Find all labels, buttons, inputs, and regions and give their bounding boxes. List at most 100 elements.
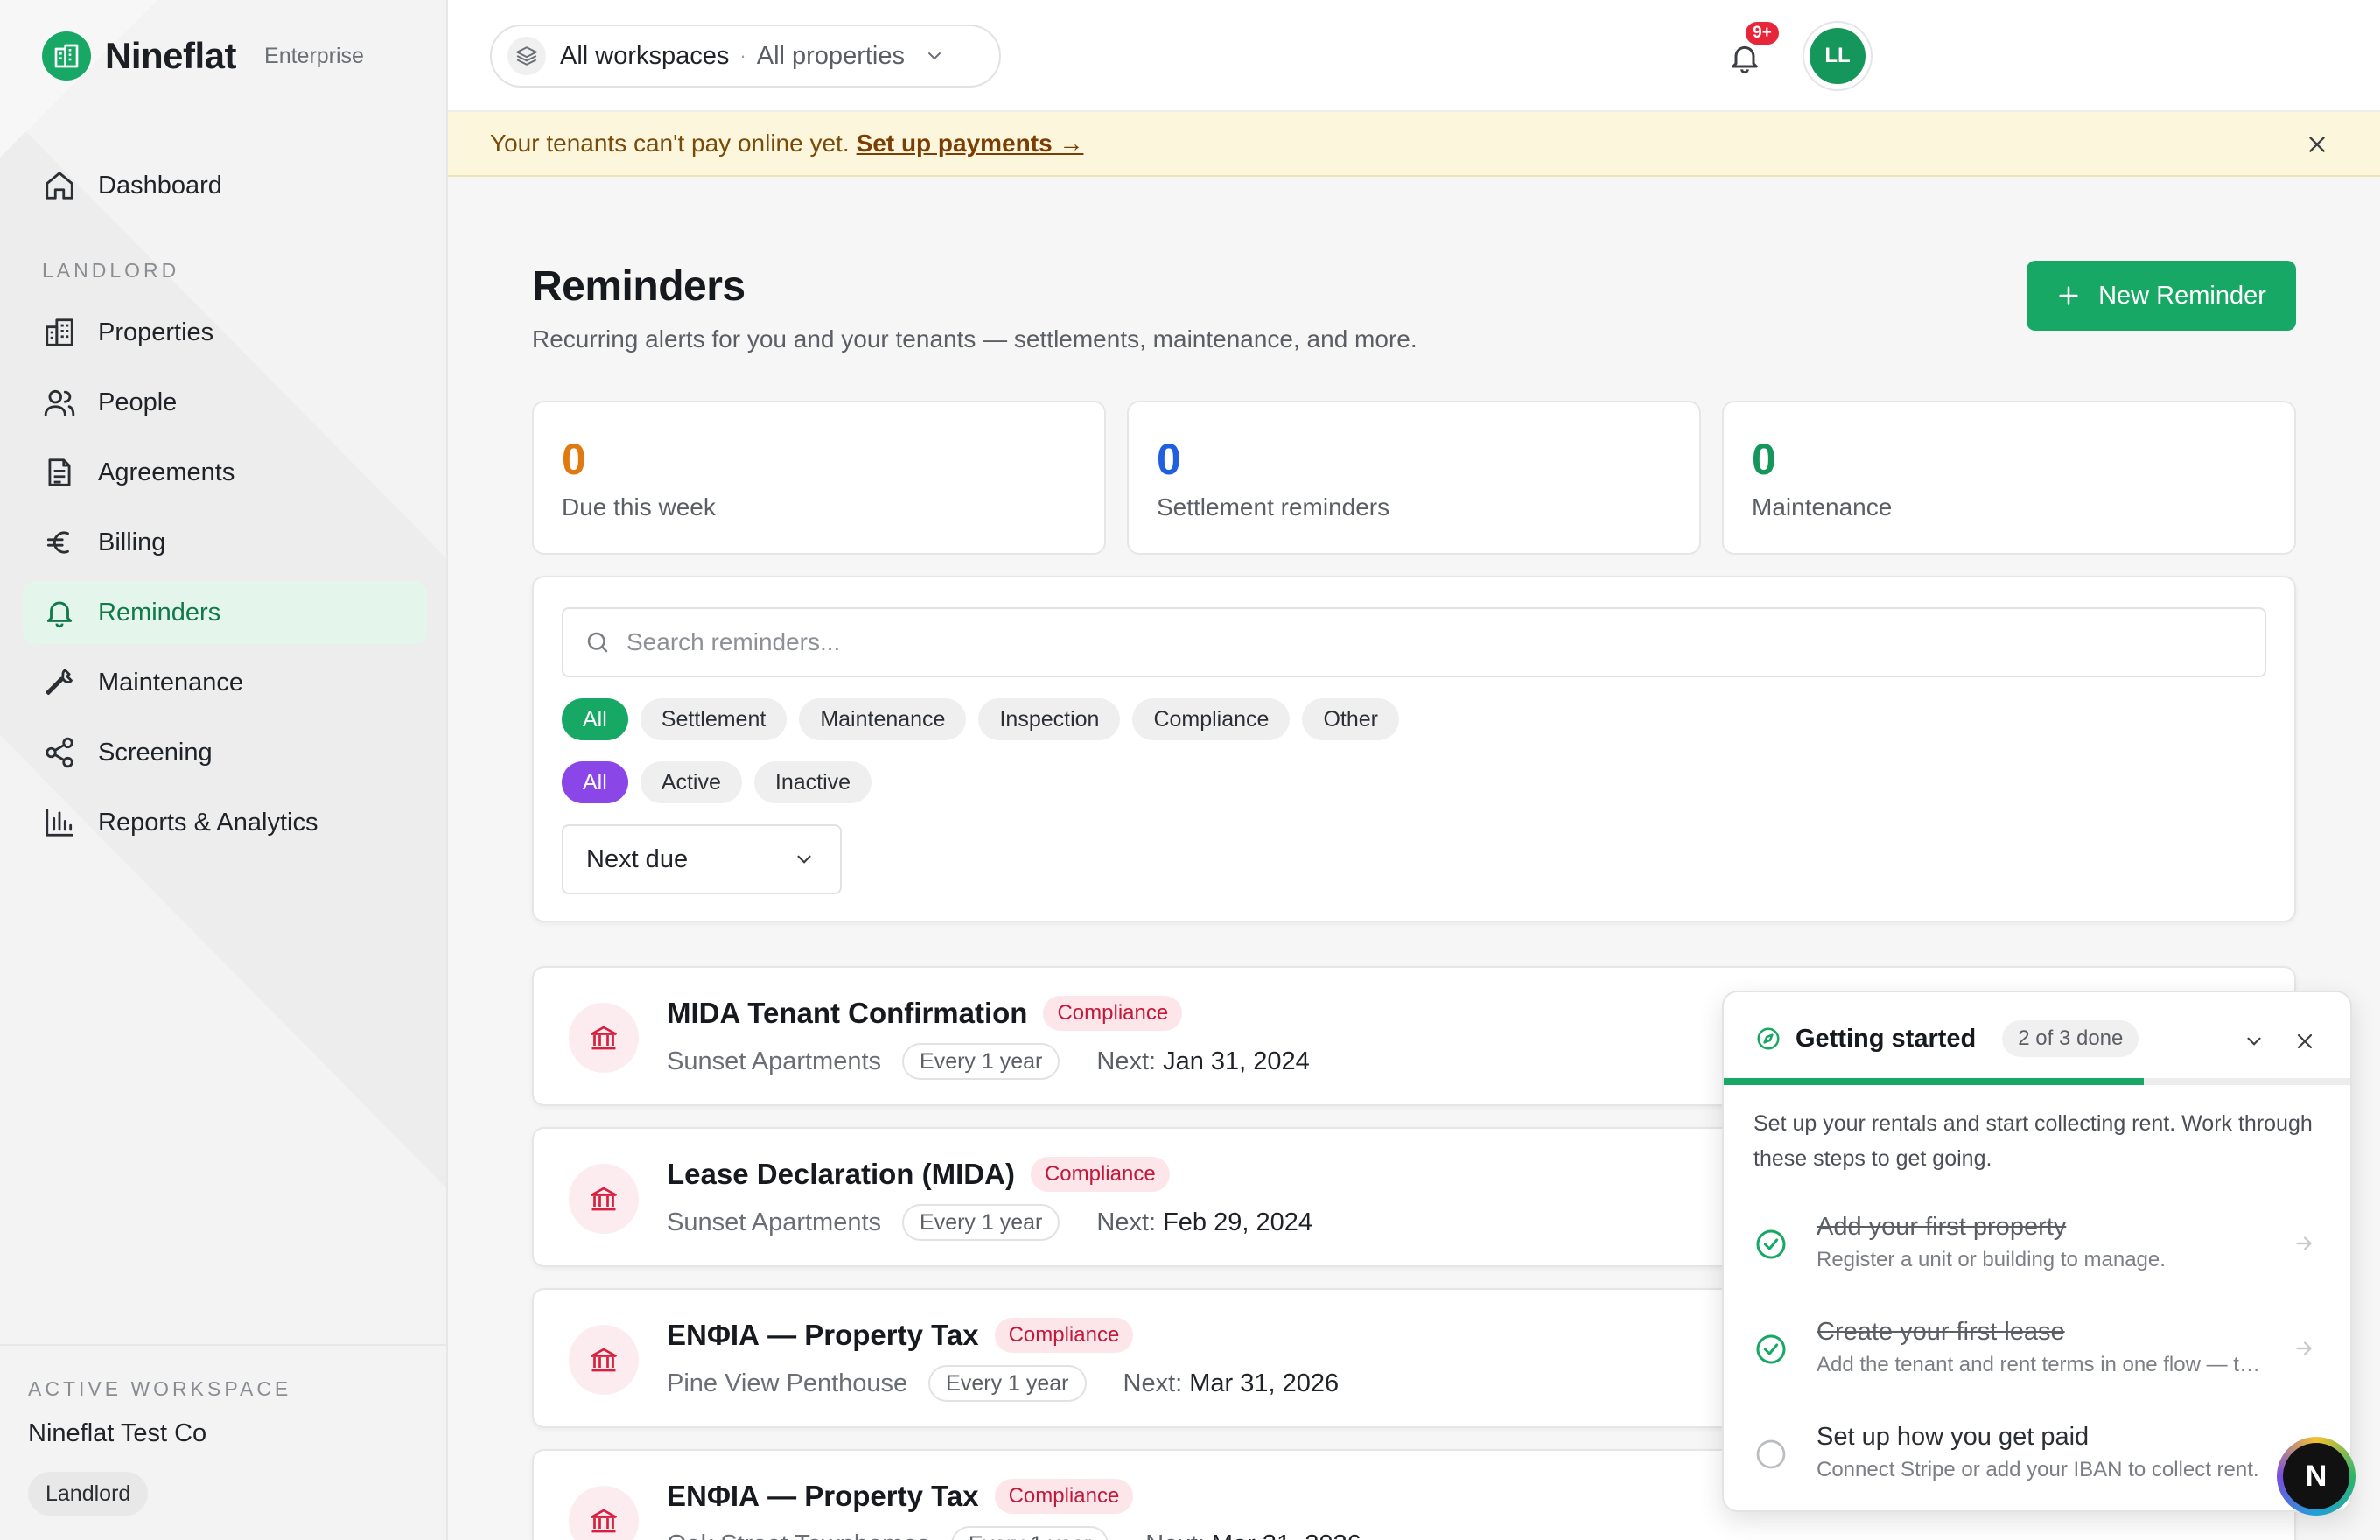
stat-label: Settlement reminders: [1157, 494, 1390, 521]
assistant-button[interactable]: N: [2277, 1437, 2356, 1516]
step-add-property[interactable]: Add your first property Register a unit …: [1754, 1213, 2331, 1292]
next-due-date: Feb 29, 2024: [1163, 1208, 1312, 1236]
sidebar-item-properties[interactable]: Properties: [23, 301, 427, 364]
getting-started-title: Getting started: [1796, 1024, 1977, 1053]
status-filter-chips: All Active Inactive: [562, 761, 872, 803]
new-reminder-label: New Reminder: [2098, 281, 2266, 310]
progress-bar: [1724, 1078, 2350, 1085]
stat-card-due-this-week: 0 Due this week: [532, 401, 1106, 555]
step-setup-payments[interactable]: Set up how you get paid Connect Stripe o…: [1754, 1423, 2331, 1502]
sidebar-item-label: Billing: [98, 528, 166, 556]
bank-icon: [569, 1325, 639, 1395]
bar-chart-icon: [42, 805, 77, 840]
sidebar-item-label: Agreements: [98, 458, 235, 486]
empty-circle-icon: [1754, 1437, 1788, 1472]
sidebar-item-agreements[interactable]: Agreements: [23, 441, 427, 504]
chevron-down-icon: [924, 46, 945, 66]
stat-value: 0: [1157, 435, 1181, 484]
sidebar-item-reports[interactable]: Reports & Analytics: [23, 791, 427, 854]
step-title: Add your first property: [1816, 1213, 2067, 1241]
sort-value: Next due: [586, 844, 689, 873]
next-label: Next:: [1096, 1208, 1157, 1236]
step-title: Set up how you get paid: [1816, 1423, 2090, 1451]
brand[interactable]: Nineflat Enterprise: [42, 32, 364, 80]
top-bar: All workspaces · All properties: [448, 0, 2380, 112]
chip-type-settlement[interactable]: Settlement: [640, 698, 788, 740]
wrench-icon: [42, 665, 77, 700]
category-badge: Compliance: [1043, 996, 1183, 1031]
sort-select[interactable]: Next due: [562, 824, 842, 894]
separator: ·: [739, 45, 746, 66]
sidebar-item-label: Dashboard: [98, 171, 222, 200]
close-icon[interactable]: [2303, 130, 2331, 158]
search-input[interactable]: [626, 628, 2202, 656]
section-heading-landlord: LANDLORD: [42, 259, 180, 282]
progress-bar-fill: [1724, 1078, 2145, 1085]
sidebar-item-maintenance[interactable]: Maintenance: [23, 651, 427, 714]
sidebar-item-label: People: [98, 388, 178, 416]
new-reminder-button[interactable]: New Reminder: [2026, 261, 2296, 331]
progress-badge: 2 of 3 done: [2002, 1020, 2139, 1057]
chevron-down-icon[interactable]: [2238, 1026, 2270, 1057]
bank-icon: [569, 1486, 639, 1540]
next-label: Next:: [1123, 1368, 1183, 1397]
workspace-name: Nineflat Test Co: [28, 1419, 207, 1447]
plan-label: Enterprise: [264, 43, 364, 68]
chip-type-inspection[interactable]: Inspection: [978, 698, 1121, 740]
step-create-lease[interactable]: Create your first lease Add the tenant a…: [1754, 1318, 2331, 1396]
home-icon: [42, 168, 77, 203]
bank-icon: [569, 1003, 639, 1073]
building-icon: [42, 315, 77, 350]
chip-status-all[interactable]: All: [562, 761, 628, 803]
reminder-title: ΕΝΦΙΑ — Property Tax: [667, 1319, 979, 1351]
sidebar-item-people[interactable]: People: [23, 371, 427, 434]
reminder-property: Sunset Apartments: [667, 1208, 882, 1236]
step-description: Register a unit or building to manage.: [1816, 1248, 2166, 1271]
assistant-letter: N: [2283, 1443, 2349, 1509]
active-workspace[interactable]: ACTIVE WORKSPACE Nineflat Test Co Landlo…: [0, 1344, 446, 1540]
frequency-badge: Every 1 year: [902, 1043, 1060, 1080]
getting-started-panel: Getting started 2 of 3 done Set up your …: [1722, 990, 2352, 1512]
sidebar-item-screening[interactable]: Screening: [23, 721, 427, 784]
chip-type-compliance[interactable]: Compliance: [1132, 698, 1291, 740]
reminder-title: MIDA Tenant Confirmation: [667, 997, 1028, 1029]
chip-type-all[interactable]: All: [562, 698, 628, 740]
reminder-title: Lease Declaration (MIDA): [667, 1158, 1015, 1190]
step-description: Add the tenant and rent terms in one flo…: [1816, 1353, 2272, 1376]
type-filter-chips: All Settlement Maintenance Inspection Co…: [562, 698, 1399, 740]
stat-label: Due this week: [562, 494, 716, 521]
chip-type-other[interactable]: Other: [1302, 698, 1399, 740]
close-icon[interactable]: [2289, 1026, 2320, 1057]
setup-payments-link[interactable]: Set up payments →: [857, 130, 1084, 158]
search-icon: [584, 629, 611, 655]
sidebar-item-dashboard[interactable]: Dashboard: [23, 154, 427, 217]
reminder-property: Pine View Penthouse: [667, 1368, 908, 1397]
workspace-switcher[interactable]: All workspaces · All properties: [490, 24, 1001, 88]
sidebar-item-label: Properties: [98, 318, 214, 346]
workspace-role-badge: Landlord: [28, 1472, 149, 1516]
sidebar-item-billing[interactable]: Billing: [23, 511, 427, 574]
next-due-date: Jan 31, 2024: [1163, 1046, 1310, 1075]
brand-name: Nineflat: [105, 35, 237, 76]
euro-icon: [42, 525, 77, 560]
user-menu-button[interactable]: LL: [1802, 21, 1872, 91]
chip-status-inactive[interactable]: Inactive: [753, 761, 872, 803]
reminder-property: Oak Street Townhomes: [667, 1530, 930, 1540]
next-label: Next:: [1145, 1530, 1205, 1540]
banner-text: Your tenants can't pay online yet.: [490, 130, 850, 157]
next-due-date: Mar 31, 2026: [1212, 1530, 1362, 1540]
sidebar-item-label: Maintenance: [98, 668, 244, 696]
next-label: Next:: [1096, 1046, 1157, 1075]
bank-icon: [569, 1164, 639, 1234]
chip-status-active[interactable]: Active: [640, 761, 742, 803]
category-badge: Compliance: [994, 1318, 1134, 1353]
next-due-date: Mar 31, 2026: [1189, 1368, 1340, 1397]
sidebar-item-reminders[interactable]: Reminders: [23, 581, 427, 644]
reminder-property: Sunset Apartments: [667, 1046, 882, 1075]
search-field[interactable]: [562, 607, 2266, 677]
bell-icon: [42, 595, 77, 630]
page-title: Reminders: [532, 263, 746, 310]
frequency-badge: Every 1 year: [902, 1204, 1060, 1241]
sidebar-item-label: Reports & Analytics: [98, 808, 318, 836]
chip-type-maintenance[interactable]: Maintenance: [799, 698, 967, 740]
